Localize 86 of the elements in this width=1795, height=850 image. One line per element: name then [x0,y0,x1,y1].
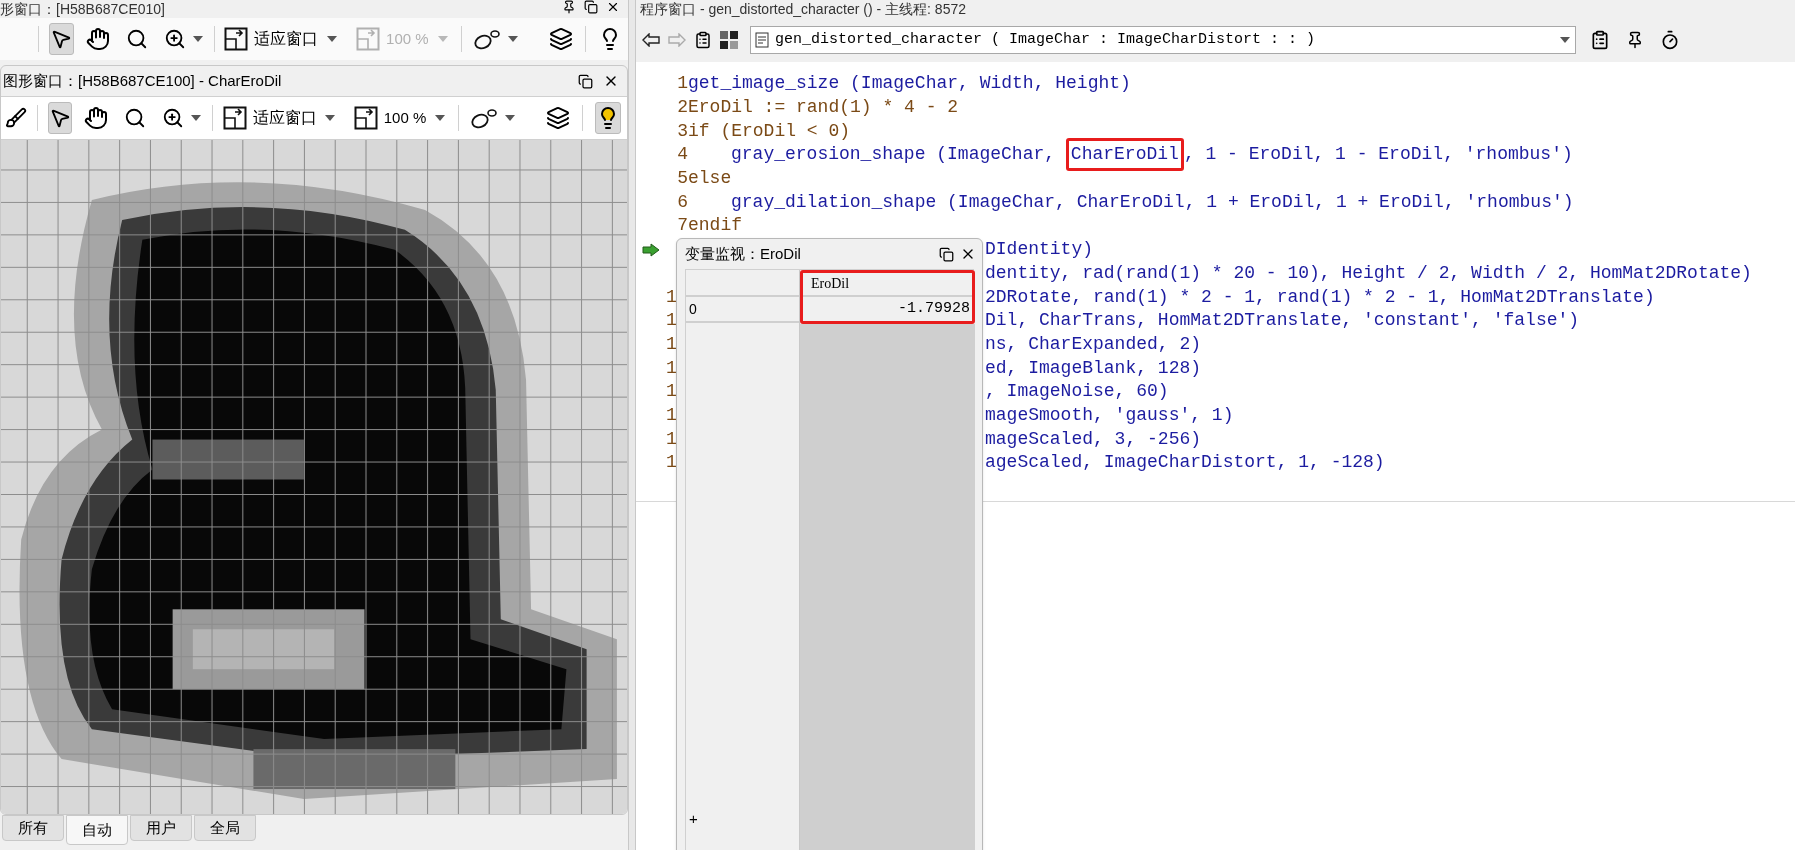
zoom-level-label[interactable]: 100 % [383,106,428,130]
code-line: gray_erosion_shape (ImageChar, CharEroDil , 1 - EroDil, 1 - EroDil, 'rhombus') [731,141,1573,169]
code-line: mageSmooth, 'gauss', 1) [985,403,1234,427]
window-title: 程序窗口 - gen_distorted_character () - 主线程: 8572 [639,0,966,18]
window-title: 形窗口：[H58B687CE010] [0,0,165,18]
caret-icon[interactable] [191,35,204,43]
tab[interactable]: 用户 [130,815,192,841]
code-line: get_image_size (ImageChar, Width, Height) [688,72,1131,96]
line-number: 1 [666,403,678,427]
line-number: 1 [666,309,678,333]
restore-icon[interactable] [584,0,598,14]
tab[interactable]: 自动 [66,815,128,845]
code-line: ageScaled, ImageCharDistort, 1, -128) [985,451,1385,475]
column-header: EroDil [803,273,972,297]
fit-window-icon[interactable] [353,106,378,130]
code-line: EroDil := rand(1) * 4 - 2 [688,96,959,120]
fit-window-label[interactable]: 适应窗口 [253,106,319,130]
back-arrow-icon[interactable] [642,33,660,47]
window-title: 图形窗口：[H58B687CE100] - CharEroDil [2,70,282,91]
tab[interactable]: 全局 [194,815,256,841]
close-icon[interactable] [606,0,620,14]
caret-icon[interactable] [504,114,517,122]
code-line: if (EroDil < 0) [688,119,851,143]
pointer-tool[interactable] [48,23,74,55]
broom-icon[interactable] [5,107,27,129]
layers-icon[interactable] [549,27,574,51]
line-number: 1 [676,72,688,96]
pointer-icon [50,28,73,50]
pin-icon[interactable] [1626,31,1644,49]
zoom-in-icon[interactable] [163,28,186,50]
fit-window-icon[interactable] [223,106,248,130]
code-line: else [688,167,732,191]
code-line: gray_dilation_shape (ImageChar, CharEroDil, 1 + EroDil, 1 + EroDil, 'rhombus') [731,190,1574,214]
line-number: 4 [676,143,688,167]
lamp-button[interactable] [595,102,621,134]
code-line: endif [688,214,742,238]
caret-icon[interactable] [507,35,520,43]
line-number: 1 [666,356,678,380]
line-number: 1 [666,380,678,404]
code-line: DIdentity) [985,238,1094,262]
clipboard-icon[interactable] [694,31,712,49]
line-number: 1 [666,427,678,451]
caret-icon[interactable] [324,114,337,122]
row-index: 0 [686,297,799,323]
line-number: 1 [666,285,678,309]
caret-icon[interactable] [1559,36,1571,44]
caret-icon[interactable] [326,35,339,43]
search-icon[interactable] [124,107,147,129]
pointer-icon [49,107,71,129]
line-number: 7 [676,214,688,238]
grid-icon[interactable] [720,31,738,49]
code-line: 2DRotate, rand(1) * 2 - 1, rand(1) * 2 - 1, HomMat2DTranslate) [985,285,1655,309]
restore-icon[interactable] [939,246,954,262]
code-line: , ImageNoise, 60) [985,380,1169,404]
caret-icon[interactable] [190,114,203,122]
fit-window-icon[interactable] [224,27,249,51]
line-number: 1 [666,332,678,356]
caret-icon[interactable] [433,114,446,122]
hand-icon[interactable] [84,106,109,130]
hand-icon[interactable] [85,27,110,51]
pin-icon[interactable] [562,0,576,14]
line-number: 3 [676,119,688,143]
code-line: Dil, CharTrans, HomMat2DTranslate, 'constant', 'false') [985,309,1580,333]
value-cell-text: -1.79928 [897,299,971,319]
pointer-tool[interactable] [47,102,73,134]
layers-icon[interactable] [546,106,571,130]
code-line: ns, CharExpanded, 2) [985,332,1202,356]
window-title: 变量监视：EroDil [685,243,801,264]
fit-window-label[interactable]: 适应窗口 [254,27,321,51]
code-line: mageScaled, 3, -256) [985,427,1202,451]
procedure-dropdown[interactable]: gen_distorted_character ( ImageChar : ImageCharDistort : : ) [750,26,1576,54]
line-number: 1 [666,451,678,475]
shape-icon[interactable] [470,107,499,129]
line-number: 2 [676,96,688,120]
tab[interactable]: 所有 [2,815,64,841]
procedure-icon [755,32,771,48]
line-number: 5 [676,167,688,191]
code-line: dentity, rad(rand(1) * 20 - 10), Height / 2, Width / 2, HomMat2DRotate) [985,261,1752,285]
zoom-in-icon[interactable] [162,107,185,129]
line-number: 6 [676,190,688,214]
add-row-label[interactable]: + [686,807,799,850]
code-line: ed, ImageBlank, 128) [985,356,1202,380]
shape-icon[interactable] [473,28,502,50]
timer-icon[interactable] [1660,30,1680,50]
restore-icon[interactable] [578,73,593,89]
search-icon[interactable] [125,28,148,50]
